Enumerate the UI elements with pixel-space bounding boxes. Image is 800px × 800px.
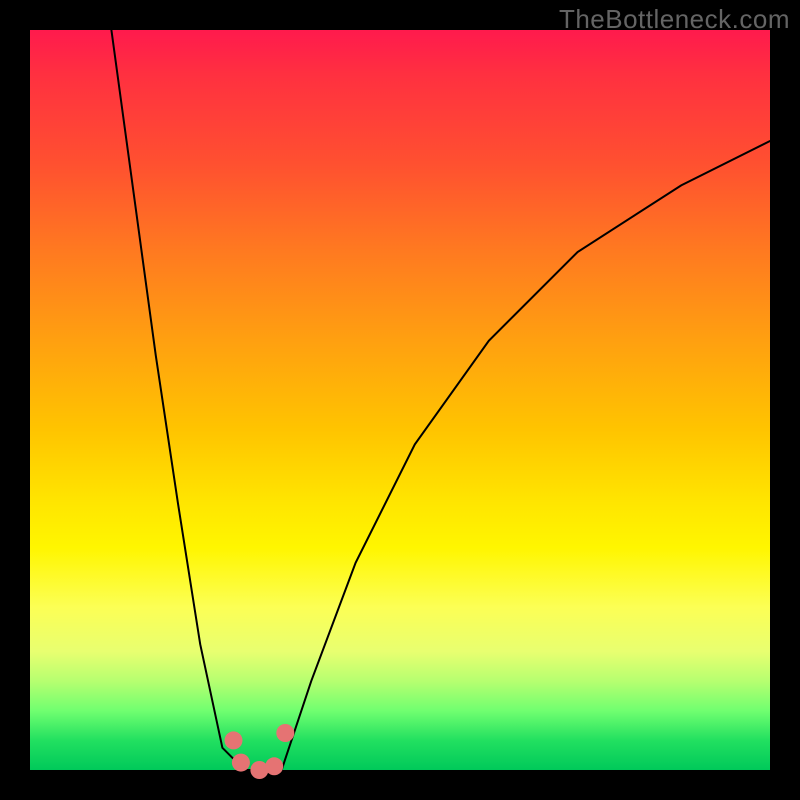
highlight-dots-group <box>225 724 295 779</box>
watermark-text: TheBottleneck.com <box>559 4 790 35</box>
curve-right-branch <box>282 141 770 770</box>
chart-frame: TheBottleneck.com <box>0 0 800 800</box>
bottleneck-curve <box>30 30 770 770</box>
highlight-dot <box>225 731 243 749</box>
curve-left-branch <box>111 30 244 770</box>
highlight-dot <box>276 724 294 742</box>
highlight-dot <box>232 754 250 772</box>
highlight-dot <box>265 757 283 775</box>
plot-area <box>30 30 770 770</box>
